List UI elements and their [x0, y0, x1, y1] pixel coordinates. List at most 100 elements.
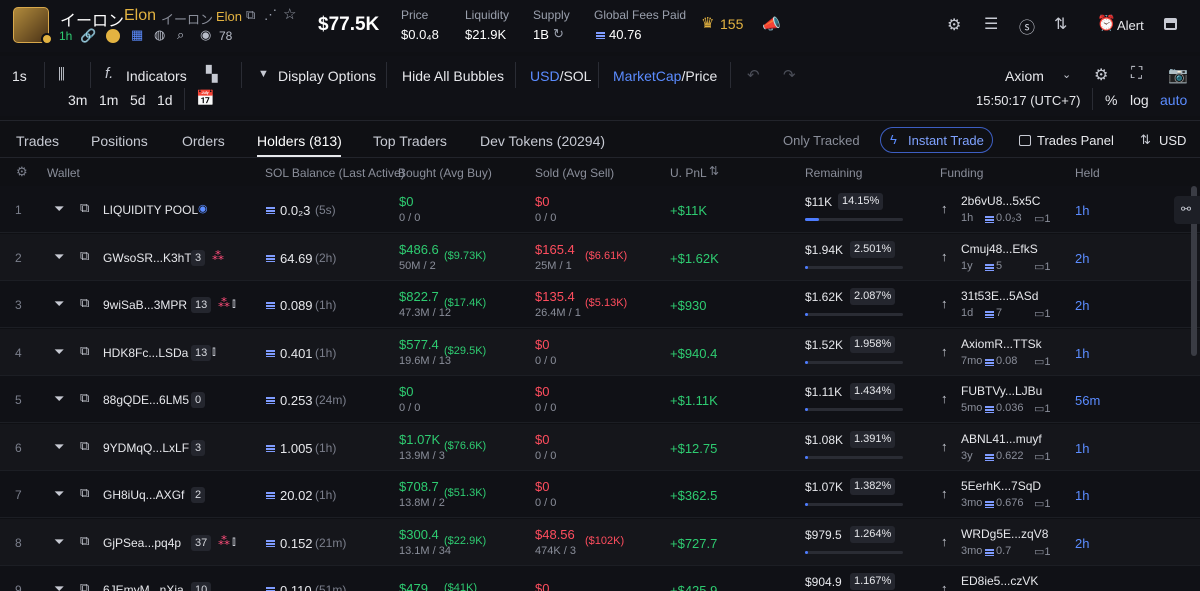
sol-option[interactable]: SOL [563, 68, 591, 84]
filter-icon[interactable]: ⏷ [54, 581, 64, 591]
sort-arrows-icon[interactable]: ⇅ [1054, 14, 1067, 34]
tab-orders[interactable]: Orders [182, 133, 225, 149]
candles-icon[interactable]: ⫼ [58, 66, 65, 83]
wallet-address[interactable]: 6JEmyM...nXia [103, 583, 184, 591]
external-link-icon[interactable]: ⧉ [80, 200, 89, 216]
undo-icon[interactable]: ↶ [747, 66, 760, 84]
funding-wallet[interactable]: 2b6vU8...5x5C [961, 194, 1040, 208]
display-options-button[interactable]: Display Options [278, 68, 376, 84]
range-1m[interactable]: 1m [99, 92, 118, 108]
currency-icon[interactable]: ⓢ [1019, 14, 1035, 38]
list-filter-icon[interactable]: ☰ [984, 14, 998, 34]
globe-icon[interactable]: ◍ [154, 27, 165, 43]
interval-button[interactable]: 1s [12, 68, 27, 84]
external-link-icon[interactable]: ⧉ [80, 485, 89, 501]
filter-icon[interactable]: ⏷ [54, 249, 64, 265]
wallet-address[interactable]: LIQUIDITY POOL [103, 203, 198, 217]
fullscreen-icon[interactable]: ⛶ [1131, 65, 1142, 83]
settings-gear-icon[interactable]: ⚙ [947, 15, 961, 35]
tab-top-traders[interactable]: Top Traders [373, 133, 447, 149]
external-link-icon[interactable]: ⧉ [80, 390, 89, 406]
axiom-select[interactable]: Axiom [1005, 68, 1044, 84]
redo-icon[interactable]: ↷ [783, 66, 796, 84]
table-row[interactable]: 6 ⏷ ⧉ 9YDMqQ...LxLF 3 1.005 (1h) $1.07K … [0, 423, 1200, 471]
funding-wallet[interactable]: ED8ie5...czVK [961, 574, 1038, 588]
price-option[interactable]: Price [685, 68, 717, 84]
filter-icon[interactable]: ⏷ [54, 534, 64, 550]
indicators-button[interactable]: Indicators [126, 68, 187, 84]
table-row[interactable]: 1 ⏷ ⧉ LIQUIDITY POOL ◉ 0.0₂3 (5s) $0 0 /… [0, 186, 1200, 233]
marketcap-option[interactable]: MarketCap [613, 68, 681, 84]
search-icon[interactable]: ⌕ [177, 27, 184, 43]
usd-sol-toggle[interactable]: USD/SOL [530, 68, 591, 84]
sort-icon[interactable]: ⇅ [709, 164, 719, 178]
wallet-address[interactable]: 88gQDE...6LM5 [103, 393, 189, 407]
only-tracked-toggle[interactable]: Only Tracked [783, 133, 860, 148]
currency-toggle[interactable]: USD [1159, 133, 1186, 148]
camera-icon[interactable]: 📷 [1168, 65, 1188, 85]
funding-wallet[interactable]: AxiomR...TTSk [961, 337, 1042, 351]
alert-button[interactable]: Alert [1117, 18, 1144, 33]
tab-dev-tokens[interactable]: Dev Tokens (20294) [480, 133, 605, 149]
filter-icon[interactable]: ⏷ [54, 296, 64, 312]
auto-toggle[interactable]: auto [1160, 92, 1187, 108]
external-link-icon[interactable]: ⧉ [80, 343, 89, 359]
filter-icon[interactable]: ⏷ [54, 201, 64, 217]
grid-apps-icon[interactable]: ▦ [131, 27, 143, 43]
tab-positions[interactable]: Positions [91, 133, 148, 149]
external-link-icon[interactable]: ⧉ [80, 533, 89, 549]
filter-icon[interactable]: ⏷ [54, 391, 64, 407]
funding-wallet[interactable]: WRDg5E...zqV8 [961, 527, 1048, 541]
funding-wallet[interactable]: 5EerhK...7SqD [961, 479, 1041, 493]
external-link-icon[interactable]: ⧉ [80, 295, 89, 311]
external-link-icon[interactable]: ⧉ [80, 438, 89, 454]
table-row[interactable]: 8 ⏷ ⧉ GjPSea...pq4p 37 ⁂ ⫾ 0.152 (21m) $30… [0, 518, 1200, 566]
star-icon[interactable]: ☆ [283, 5, 296, 23]
wallet-address[interactable]: HDK8Fc...LSDa [103, 346, 188, 360]
funding-wallet[interactable]: ABNL41...muyf [961, 432, 1042, 446]
usd-option[interactable]: USD [530, 68, 560, 84]
wallet-address[interactable]: GH8iUq...AXGf [103, 488, 184, 502]
table-row[interactable]: 9 ⏷ ⧉ 6JEmyM...nXia 10 0.110 (51m) $479 … [0, 566, 1200, 591]
alarm-icon[interactable]: ⏰ [1097, 14, 1116, 32]
funding-wallet[interactable]: 31t53E...5ASd [961, 289, 1038, 303]
coin-icon[interactable] [106, 29, 120, 43]
wallet-address[interactable]: 9wiSaB...3MPR [103, 298, 187, 312]
col-sold[interactable]: Sold (Avg Sell) [535, 166, 614, 180]
tab-holders[interactable]: Holders (813) [257, 133, 342, 149]
table-row[interactable]: 3 ⏷ ⧉ 9wiSaB...3MPR 13 ⁂ ⫾ 0.089 (1h) $822… [0, 281, 1200, 328]
filter-icon[interactable]: ⏷ [54, 439, 64, 455]
range-5d[interactable]: 5d [130, 92, 146, 108]
wallet-address[interactable]: GWsoSR...K3hT [103, 251, 192, 265]
calendar-icon[interactable]: 📅 [196, 89, 215, 107]
filter-icon[interactable]: ⏷ [54, 344, 64, 360]
col-held[interactable]: Held [1075, 166, 1100, 180]
table-row[interactable]: 7 ⏷ ⧉ GH8iUq...AXGf 2 20.02 (1h) $708.7 … [0, 471, 1200, 518]
side-widget-button[interactable]: ⚯ [1174, 196, 1200, 224]
table-row[interactable]: 5 ⏷ ⧉ 88gQDE...6LM5 0 0.253 (24m) $0 0 /… [0, 376, 1200, 423]
wallet-address[interactable]: 9YDMqQ...LxLF [103, 441, 189, 455]
wallet-address[interactable]: GjPSea...pq4p [103, 536, 181, 550]
col-bought[interactable]: Bought (Avg Buy) [398, 166, 492, 180]
range-3m[interactable]: 3m [68, 92, 87, 108]
chart-settings-icon[interactable]: ⚙ [1094, 65, 1108, 85]
table-row[interactable]: 4 ⏷ ⧉ HDK8Fc...LSDa 13 ⫾ 0.401 (1h) $577.… [0, 328, 1200, 376]
tab-trades[interactable]: Trades [16, 133, 59, 149]
instant-trade-button[interactable]: ϟ Instant Trade [880, 127, 993, 153]
swap-icon[interactable]: ⇅ [1140, 132, 1151, 148]
link-icon[interactable]: 🔗 [80, 28, 96, 44]
log-toggle[interactable]: log [1130, 92, 1149, 108]
col-remaining[interactable]: Remaining [805, 166, 862, 180]
external-link-icon[interactable]: ⧉ [80, 580, 89, 591]
filter-icon[interactable]: ⏷ [54, 486, 64, 502]
hide-bubbles-button[interactable]: Hide All Bubbles [402, 68, 504, 84]
col-sol-balance[interactable]: SOL Balance (Last Active) [265, 166, 405, 180]
external-link-icon[interactable]: ⧉ [80, 248, 89, 264]
trades-panel-button[interactable]: Trades Panel [1037, 133, 1114, 148]
range-1d[interactable]: 1d [157, 92, 173, 108]
share-icon[interactable]: ⋰ [264, 7, 277, 23]
table-row[interactable]: 2 ⏷ ⧉ GWsoSR...K3hT 3 ⁂ 64.69 (2h) $486.6… [0, 233, 1200, 281]
funding-wallet[interactable]: Cmuj48...EfkS [961, 242, 1038, 256]
table-settings-icon[interactable]: ⚙ [16, 164, 28, 180]
funding-wallet[interactable]: FUBTVy...LJBu [961, 384, 1042, 398]
